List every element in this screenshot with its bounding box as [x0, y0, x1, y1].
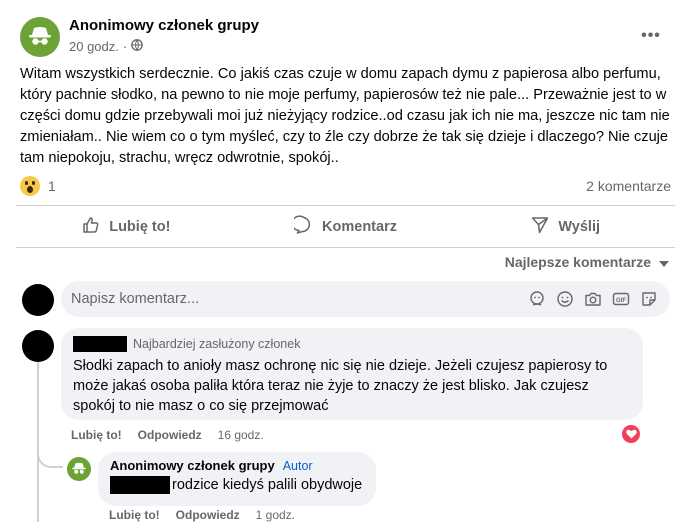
more-options-button[interactable]: ••• — [636, 24, 666, 48]
emoji-icon[interactable] — [556, 290, 574, 308]
comment-timestamp[interactable]: 16 godz. — [218, 428, 264, 442]
reply-like-link[interactable]: Lubię to! — [109, 508, 160, 522]
comment-button[interactable]: Komentarz — [236, 209, 456, 245]
comment-text: Słodki zapach to anioły masz ochronę nic… — [73, 358, 608, 414]
reply-text-row: rodzice kiedyś palili obydwoje — [110, 476, 364, 494]
anonymous-avatar-icon[interactable] — [67, 457, 91, 481]
post-author-name[interactable]: Anonimowy członek grupy — [69, 17, 259, 34]
svg-text:GIF: GIF — [616, 298, 626, 304]
meta-separator: · — [122, 39, 128, 54]
reply-author-name[interactable]: Anonimowy członek grupy — [110, 458, 275, 473]
post-meta: 20 godz. · — [69, 39, 144, 54]
comment-actions: Lubię to! Odpowiedz 16 godz. — [71, 428, 264, 442]
top-fan-badge: Najbardziej zasłużony członek — [133, 337, 301, 351]
like-button[interactable]: Lubię to! — [16, 209, 236, 245]
camera-icon[interactable] — [584, 290, 602, 308]
divider — [16, 205, 675, 206]
reply-text: rodzice kiedyś palili obydwoje — [172, 477, 363, 493]
commenter-avatar[interactable] — [22, 330, 54, 362]
reply-timestamp[interactable]: 1 godz. — [256, 508, 295, 522]
post-body-text: Witam wszystkich serdecznie. Co jakiś cz… — [20, 66, 670, 166]
comment-bubble-icon — [291, 215, 314, 239]
globe-icon[interactable] — [131, 39, 144, 54]
composer-tools: GIF — [528, 290, 658, 308]
comment-composer[interactable]: GIF — [61, 281, 670, 317]
reply-bubble: Anonimowy członek grupy Autor rodzice ki… — [98, 452, 376, 506]
redacted-mention — [110, 476, 170, 494]
gif-icon[interactable]: GIF — [612, 290, 630, 308]
like-label: Lubię to! — [109, 219, 171, 235]
anonymous-avatar-icon[interactable] — [20, 17, 60, 57]
reply-header: Anonimowy członek grupy Autor — [110, 458, 364, 473]
reply-reply-link[interactable]: Odpowiedz — [176, 508, 240, 522]
comment-input[interactable] — [71, 291, 528, 307]
sort-label: Najlepsze komentarze — [504, 254, 651, 270]
comment-reply-link[interactable]: Odpowiedz — [138, 428, 202, 442]
send-icon — [530, 215, 550, 239]
share-button[interactable]: Wyślij — [455, 209, 675, 245]
reply-connector — [37, 440, 63, 468]
comments-count[interactable]: 2 komentarze — [586, 178, 671, 194]
divider — [16, 247, 675, 248]
post-card: Anonimowy członek grupy 20 godz. · ••• W… — [0, 0, 691, 522]
post-timestamp[interactable]: 20 godz. — [69, 39, 119, 54]
avatar-sticker-icon[interactable] — [528, 290, 546, 308]
current-user-avatar[interactable] — [22, 284, 54, 316]
thumbs-up-icon — [81, 215, 101, 239]
comment-like-link[interactable]: Lubię to! — [71, 428, 122, 442]
reactions-row: 1 2 komentarze — [20, 174, 671, 198]
comment-bubble: Najbardziej zasłużony członek Słodki zap… — [61, 328, 643, 420]
redacted-name — [73, 336, 127, 352]
reply-actions: Lubię to! Odpowiedz 1 godz. — [109, 508, 295, 522]
author-badge: Autor — [282, 458, 313, 473]
reactions-count[interactable]: 1 — [48, 178, 56, 194]
share-label: Wyślij — [558, 219, 600, 235]
caret-down-icon — [659, 254, 669, 270]
post-action-bar: Lubię to! Komentarz Wyślij — [16, 209, 675, 245]
comment-header: Najbardziej zasłużony członek — [73, 335, 631, 353]
sticker-icon[interactable] — [640, 290, 658, 308]
wow-reaction-icon[interactable] — [20, 176, 40, 196]
comment-label: Komentarz — [322, 219, 397, 235]
comment-sort-dropdown[interactable]: Najlepsze komentarze — [505, 254, 669, 270]
love-reaction-icon[interactable] — [622, 425, 640, 443]
